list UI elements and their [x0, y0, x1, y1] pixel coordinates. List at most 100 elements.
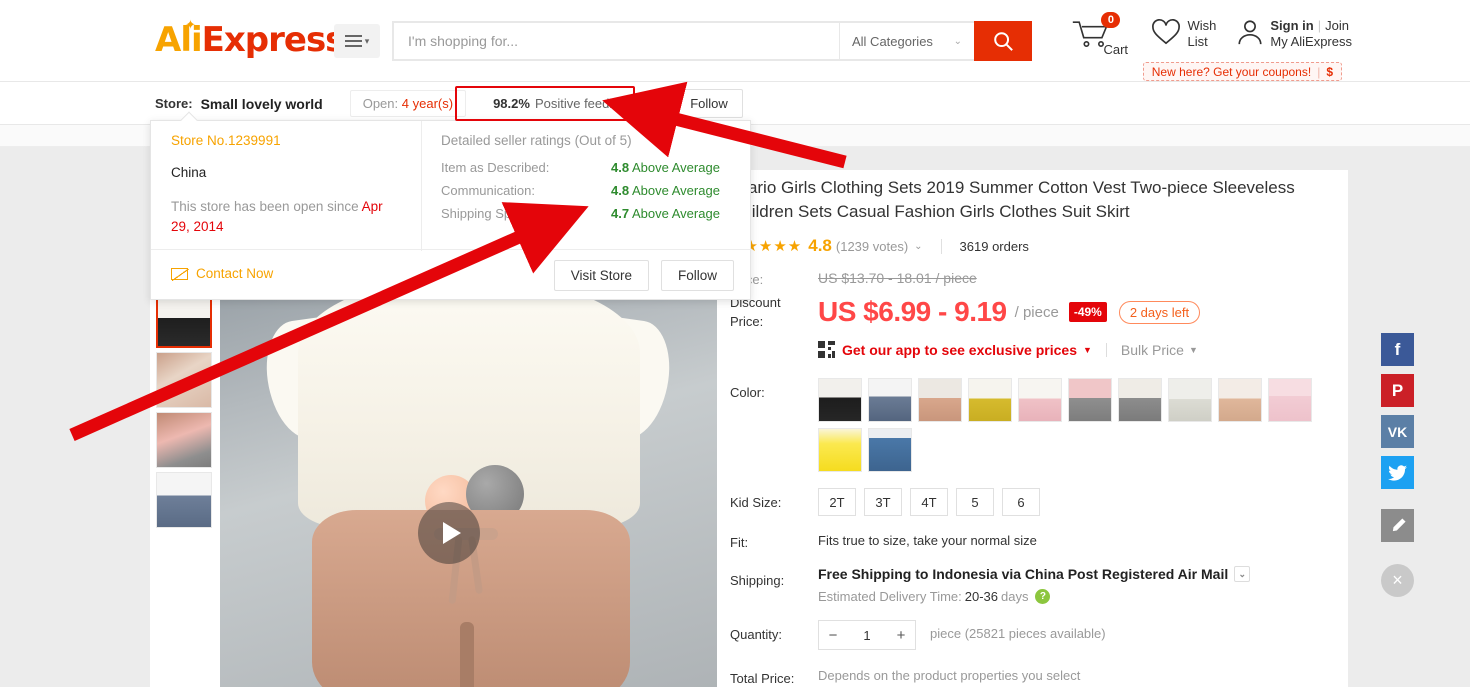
search-icon: [994, 32, 1013, 51]
quantity-increase-button[interactable]: +: [887, 621, 915, 649]
shipping-details: Free Shipping to Indonesia via China Pos…: [818, 566, 1251, 604]
search-button[interactable]: [974, 21, 1032, 61]
divider: |: [1317, 18, 1322, 33]
main-product-image[interactable]: [220, 292, 717, 687]
store-follow-button[interactable]: Follow: [675, 89, 743, 118]
rating-value: 4.8 Above Average: [611, 160, 720, 175]
delivery-suffix: days: [1001, 589, 1029, 604]
size-option[interactable]: 4T: [910, 488, 948, 516]
chevron-down-icon[interactable]: ⌄: [1234, 566, 1251, 582]
color-swatch[interactable]: [918, 378, 962, 422]
edit-share-button[interactable]: [1381, 509, 1414, 542]
cart-link[interactable]: 0 Cart: [1071, 12, 1128, 57]
color-swatch[interactable]: [818, 428, 862, 472]
currency-selector[interactable]: $: [1326, 65, 1333, 79]
my-aliexpress-link[interactable]: My AliExpress: [1270, 34, 1352, 50]
color-swatch[interactable]: [868, 378, 912, 422]
site-header: ✦AliExpress™ ▾ All Categories ⌄: [0, 0, 1470, 82]
heart-icon: [1152, 19, 1181, 45]
color-swatch[interactable]: [1218, 378, 1262, 422]
color-swatch[interactable]: [868, 428, 912, 472]
color-swatch[interactable]: [1168, 378, 1212, 422]
wishlist-link[interactable]: Wish List: [1151, 18, 1216, 50]
color-swatch[interactable]: [1118, 378, 1162, 422]
thumbnail-3[interactable]: [156, 412, 212, 468]
dropdown-follow-button[interactable]: Follow: [660, 260, 734, 291]
size-option[interactable]: 3T: [864, 488, 902, 516]
rating-row: ★★★★★ 4.8 (1239 votes) ⌄ 3619 orders: [730, 236, 1342, 256]
open-since-prefix: This store has been open since: [171, 199, 362, 214]
help-icon[interactable]: ?: [1035, 589, 1051, 604]
pinterest-icon: P: [1391, 380, 1404, 400]
play-video-button[interactable]: [418, 502, 480, 564]
quantity-value[interactable]: 1: [847, 628, 887, 643]
cart-count-badge: 0: [1101, 12, 1121, 28]
chevron-up-icon: ⌃: [641, 98, 651, 109]
aliexpress-logo[interactable]: ✦AliExpress™: [155, 18, 355, 60]
color-attribute-row: Color:: [730, 378, 1342, 472]
facebook-share-button[interactable]: f: [1381, 333, 1414, 366]
discount-price-value: US $6.99 - 9.19: [818, 296, 1007, 327]
quantity-decrease-button[interactable]: −: [819, 621, 847, 649]
rating-row: Item as Described: 4.8 Above Average: [441, 160, 733, 175]
twitter-share-button[interactable]: [1381, 456, 1414, 489]
category-dropdown[interactable]: All Categories ⌄: [839, 21, 974, 61]
color-swatch[interactable]: [818, 378, 862, 422]
category-menu-button[interactable]: ▾: [334, 24, 380, 58]
close-share-rail-button[interactable]: ×: [1381, 564, 1414, 597]
thumbnail-4[interactable]: [156, 472, 212, 528]
thumbnail-2[interactable]: [156, 352, 212, 408]
quantity-row: Quantity: − 1 + piece (25821 pieces avai…: [730, 620, 1342, 650]
delivery-estimate: Estimated Delivery Time: 20-36 days ?: [818, 589, 1250, 604]
thumbnail-1[interactable]: [156, 292, 212, 348]
pinterest-share-button[interactable]: P: [1381, 374, 1414, 407]
wishlist-label: Wish List: [1187, 18, 1216, 50]
vk-share-button[interactable]: VK: [1381, 415, 1414, 448]
size-option[interactable]: 6: [1002, 488, 1040, 516]
coupon-banner[interactable]: New here? Get your coupons! | $: [1142, 62, 1342, 81]
color-swatch[interactable]: [1018, 378, 1062, 422]
visit-store-button[interactable]: Visit Store: [553, 260, 649, 291]
wishlist-line1: Wish: [1187, 18, 1217, 33]
category-dropdown-label: All Categories: [852, 33, 933, 49]
rating-desc: Above Average: [631, 183, 720, 198]
color-swatch[interactable]: [1268, 378, 1312, 422]
account-labels: Sign in | Join My AliExpress: [1270, 18, 1352, 50]
color-swatch[interactable]: [1068, 378, 1112, 422]
size-option[interactable]: 2T: [818, 488, 856, 516]
chevron-down-icon: ▾: [364, 35, 370, 46]
store-number[interactable]: Store No.1239991: [171, 133, 401, 148]
rating-score: 4.8: [611, 160, 630, 175]
rating-score: 4.8: [611, 183, 630, 198]
join-link[interactable]: Join: [1325, 18, 1349, 33]
user-icon: [1238, 20, 1262, 45]
detailed-seller-ratings: Detailed seller ratings (Out of 5) Item …: [423, 121, 751, 241]
store-bar-inner: Store: Small lovely world Open: 4 year(s…: [155, 82, 743, 125]
chevron-down-icon[interactable]: ⌄: [914, 241, 922, 252]
store-label: Store:: [155, 96, 193, 111]
coupon-text: New here? Get your coupons!: [1151, 64, 1312, 79]
shipping-method[interactable]: Free Shipping to Indonesia via China Pos…: [818, 566, 1251, 582]
rating-key: Shipping Speed:: [441, 206, 537, 221]
color-label: Color:: [730, 385, 765, 400]
app-promo-link[interactable]: Get our app to see exclusive prices: [842, 342, 1077, 358]
price-unit: / piece: [1014, 303, 1059, 321]
size-option[interactable]: 5: [956, 488, 994, 516]
logo-spark-icon: ✦: [185, 18, 196, 33]
rating-desc: Above Average: [631, 160, 720, 175]
quantity-stepper: − 1 +: [818, 620, 916, 650]
account-link[interactable]: Sign in | Join My AliExpress: [1236, 18, 1352, 50]
kid-size-label: Kid Size:: [730, 495, 782, 510]
color-swatch[interactable]: [968, 378, 1012, 422]
contact-now-label: Contact Now: [196, 266, 274, 281]
divider: |: [1317, 64, 1321, 79]
dropdown-footer: Contact Now Visit Store Follow: [151, 249, 752, 299]
contact-now-link[interactable]: Contact Now: [171, 266, 273, 281]
search-input[interactable]: [392, 21, 839, 61]
app-promo-row: Get our app to see exclusive prices ▼ Bu…: [818, 341, 1342, 358]
bulk-price-link[interactable]: Bulk Price: [1121, 342, 1184, 358]
store-name[interactable]: Small lovely world: [201, 96, 323, 112]
signin-link[interactable]: Sign in: [1270, 18, 1313, 33]
header-actions: 0 Cart Wish List Sign in | Join My AliEx…: [1071, 12, 1352, 57]
positive-feedback-toggle[interactable]: 98.2% Positive feedback ⌃: [482, 90, 661, 117]
